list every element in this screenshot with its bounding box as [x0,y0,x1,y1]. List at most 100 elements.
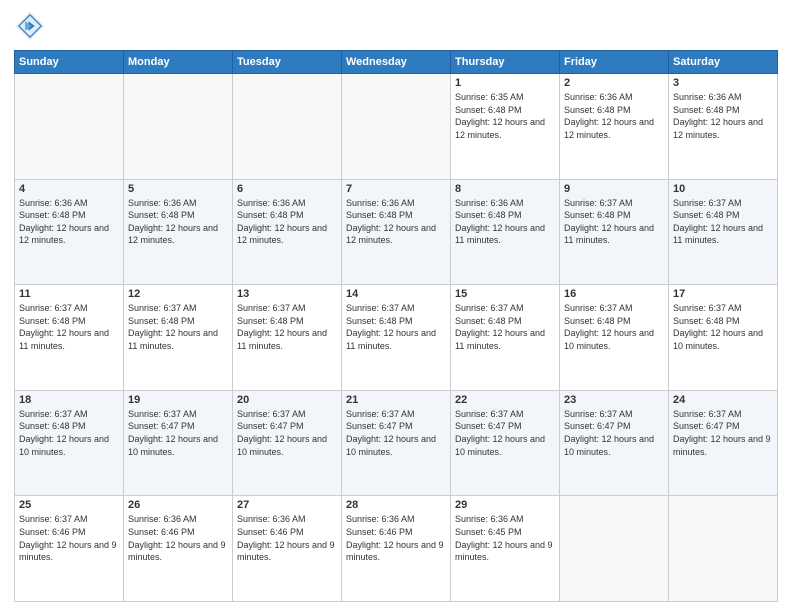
day-info: Sunrise: 6:37 AM Sunset: 6:48 PM Dayligh… [19,408,119,458]
calendar-cell: 10 Sunrise: 6:37 AM Sunset: 6:48 PM Dayli… [669,179,778,285]
calendar-week-row: 1 Sunrise: 6:35 AM Sunset: 6:48 PM Daylig… [15,74,778,180]
day-info: Sunrise: 6:37 AM Sunset: 6:46 PM Dayligh… [19,513,119,563]
calendar-weekday-sunday: Sunday [15,51,124,74]
day-info: Sunrise: 6:36 AM Sunset: 6:46 PM Dayligh… [346,513,446,563]
day-info: Sunrise: 6:37 AM Sunset: 6:47 PM Dayligh… [128,408,228,458]
day-info: Sunrise: 6:36 AM Sunset: 6:48 PM Dayligh… [128,197,228,247]
day-info: Sunrise: 6:36 AM Sunset: 6:45 PM Dayligh… [455,513,555,563]
calendar-cell: 3 Sunrise: 6:36 AM Sunset: 6:48 PM Daylig… [669,74,778,180]
day-number: 10 [673,183,773,195]
calendar-weekday-saturday: Saturday [669,51,778,74]
day-number: 14 [346,288,446,300]
day-number: 27 [237,499,337,511]
day-info: Sunrise: 6:36 AM Sunset: 6:48 PM Dayligh… [673,91,773,141]
calendar-cell: 23 Sunrise: 6:37 AM Sunset: 6:47 PM Dayli… [560,390,669,496]
calendar-cell: 4 Sunrise: 6:36 AM Sunset: 6:48 PM Daylig… [15,179,124,285]
day-info: Sunrise: 6:36 AM Sunset: 6:48 PM Dayligh… [346,197,446,247]
day-number: 15 [455,288,555,300]
calendar-cell: 9 Sunrise: 6:37 AM Sunset: 6:48 PM Daylig… [560,179,669,285]
calendar-cell [124,74,233,180]
calendar-cell [233,74,342,180]
day-info: Sunrise: 6:37 AM Sunset: 6:48 PM Dayligh… [564,197,664,247]
day-info: Sunrise: 6:36 AM Sunset: 6:48 PM Dayligh… [19,197,119,247]
day-number: 20 [237,394,337,406]
calendar-cell: 16Sunrise: 6:37 AM Sunset: 6:48 PM Dayli… [560,285,669,391]
calendar-cell: 25 Sunrise: 6:37 AM Sunset: 6:46 PM Dayli… [15,496,124,602]
calendar-cell: 7 Sunrise: 6:36 AM Sunset: 6:48 PM Daylig… [342,179,451,285]
calendar-cell: 19 Sunrise: 6:37 AM Sunset: 6:47 PM Dayli… [124,390,233,496]
page: SundayMondayTuesdayWednesdayThursdayFrid… [0,0,792,612]
day-info: Sunrise: 6:36 AM Sunset: 6:46 PM Dayligh… [128,513,228,563]
calendar-cell: 22Sunrise: 6:37 AM Sunset: 6:47 PM Dayli… [451,390,560,496]
day-info: Sunrise: 6:37 AM Sunset: 6:47 PM Dayligh… [455,408,555,458]
day-info: Sunrise: 6:37 AM Sunset: 6:48 PM Dayligh… [346,302,446,352]
calendar-week-row: 4 Sunrise: 6:36 AM Sunset: 6:48 PM Daylig… [15,179,778,285]
calendar-cell: 15 Sunrise: 6:37 AM Sunset: 6:48 PM Dayli… [451,285,560,391]
day-info: Sunrise: 6:37 AM Sunset: 6:47 PM Dayligh… [346,408,446,458]
calendar-cell: 6Sunrise: 6:36 AM Sunset: 6:48 PM Daylig… [233,179,342,285]
calendar-header-row: SundayMondayTuesdayWednesdayThursdayFrid… [15,51,778,74]
day-number: 8 [455,183,555,195]
calendar-cell: 20 Sunrise: 6:37 AM Sunset: 6:47 PM Dayli… [233,390,342,496]
day-number: 16 [564,288,664,300]
logo [14,10,50,42]
day-number: 12 [128,288,228,300]
day-number: 21 [346,394,446,406]
calendar-cell: 28 Sunrise: 6:36 AM Sunset: 6:46 PM Dayli… [342,496,451,602]
day-info: Sunrise: 6:37 AM Sunset: 6:48 PM Dayligh… [237,302,337,352]
day-number: 13 [237,288,337,300]
day-info: Sunrise: 6:36 AM Sunset: 6:48 PM Dayligh… [455,197,555,247]
day-info: Sunrise: 6:37 AM Sunset: 6:47 PM Dayligh… [564,408,664,458]
day-number: 18 [19,394,119,406]
day-info: Sunrise: 6:37 AM Sunset: 6:48 PM Dayligh… [128,302,228,352]
calendar-cell [342,74,451,180]
day-info: Sunrise: 6:36 AM Sunset: 6:46 PM Dayligh… [237,513,337,563]
calendar-cell: 21 Sunrise: 6:37 AM Sunset: 6:47 PM Dayli… [342,390,451,496]
day-info: Sunrise: 6:37 AM Sunset: 6:47 PM Dayligh… [673,408,773,458]
day-info: Sunrise: 6:37 AM Sunset: 6:48 PM Dayligh… [673,302,773,352]
day-number: 11 [19,288,119,300]
calendar-cell: 26 Sunrise: 6:36 AM Sunset: 6:46 PM Dayli… [124,496,233,602]
day-number: 19 [128,394,228,406]
logo-icon [14,10,46,42]
calendar-cell [669,496,778,602]
day-info: Sunrise: 6:36 AM Sunset: 6:48 PM Dayligh… [564,91,664,141]
calendar-cell: 18 Sunrise: 6:37 AM Sunset: 6:48 PM Dayli… [15,390,124,496]
day-number: 6 [237,183,337,195]
day-number: 3 [673,77,773,89]
calendar-weekday-tuesday: Tuesday [233,51,342,74]
day-number: 7 [346,183,446,195]
calendar-cell: 13 Sunrise: 6:37 AM Sunset: 6:48 PM Dayli… [233,285,342,391]
day-number: 28 [346,499,446,511]
calendar-cell: 24 Sunrise: 6:37 AM Sunset: 6:47 PM Dayli… [669,390,778,496]
day-number: 25 [19,499,119,511]
calendar-cell [560,496,669,602]
calendar-weekday-friday: Friday [560,51,669,74]
calendar-cell: 1 Sunrise: 6:35 AM Sunset: 6:48 PM Daylig… [451,74,560,180]
day-number: 9 [564,183,664,195]
day-number: 2 [564,77,664,89]
day-info: Sunrise: 6:37 AM Sunset: 6:47 PM Dayligh… [237,408,337,458]
day-number: 4 [19,183,119,195]
calendar-cell: 11 Sunrise: 6:37 AM Sunset: 6:48 PM Dayli… [15,285,124,391]
day-info: Sunrise: 6:37 AM Sunset: 6:48 PM Dayligh… [19,302,119,352]
calendar-cell: 14 Sunrise: 6:37 AM Sunset: 6:48 PM Dayli… [342,285,451,391]
calendar-cell: 8 Sunrise: 6:36 AM Sunset: 6:48 PM Daylig… [451,179,560,285]
day-number: 24 [673,394,773,406]
calendar-cell: 29Sunrise: 6:36 AM Sunset: 6:45 PM Dayli… [451,496,560,602]
calendar-cell: 2 Sunrise: 6:36 AM Sunset: 6:48 PM Daylig… [560,74,669,180]
calendar-weekday-thursday: Thursday [451,51,560,74]
header [14,10,778,42]
day-info: Sunrise: 6:37 AM Sunset: 6:48 PM Dayligh… [673,197,773,247]
day-info: Sunrise: 6:35 AM Sunset: 6:48 PM Dayligh… [455,91,555,141]
day-info: Sunrise: 6:37 AM Sunset: 6:48 PM Dayligh… [455,302,555,352]
day-number: 23 [564,394,664,406]
calendar-cell: 5Sunrise: 6:36 AM Sunset: 6:48 PM Daylig… [124,179,233,285]
calendar-week-row: 11 Sunrise: 6:37 AM Sunset: 6:48 PM Dayli… [15,285,778,391]
calendar-cell: 27 Sunrise: 6:36 AM Sunset: 6:46 PM Dayli… [233,496,342,602]
calendar-table: SundayMondayTuesdayWednesdayThursdayFrid… [14,50,778,602]
calendar-week-row: 25 Sunrise: 6:37 AM Sunset: 6:46 PM Dayli… [15,496,778,602]
day-number: 26 [128,499,228,511]
day-number: 17 [673,288,773,300]
day-number: 1 [455,77,555,89]
